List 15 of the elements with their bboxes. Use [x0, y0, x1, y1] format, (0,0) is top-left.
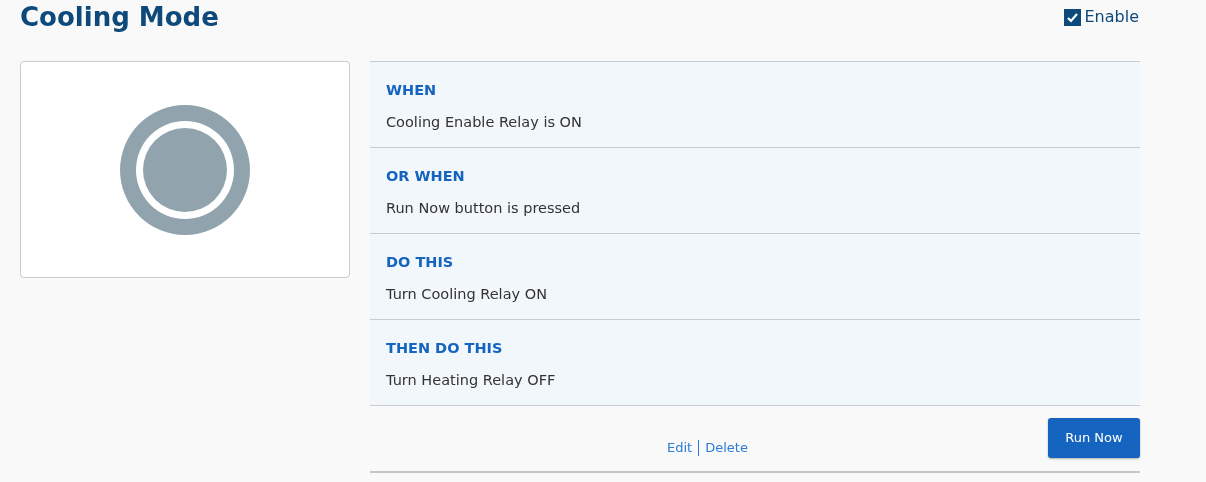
section-text: Turn Heating Relay OFF: [386, 370, 557, 390]
section-text: Run Now button is pressed: [386, 198, 582, 218]
run-now-button[interactable]: Run Now: [1048, 417, 1140, 458]
section-heading: THEN DO THIS: [386, 339, 504, 358]
delete-link[interactable]: Delete: [705, 438, 748, 458]
section-heading: WHEN: [386, 81, 438, 100]
section-text: Cooling Enable Relay is ON: [386, 112, 583, 132]
enable-label: Enable: [1084, 6, 1139, 28]
section-heading: OR WHEN: [386, 167, 466, 186]
section-text: Turn Cooling Relay ON: [386, 284, 548, 304]
edit-link[interactable]: Edit: [667, 438, 693, 458]
status-ring-icon: [120, 104, 250, 235]
page-title: Cooling Mode: [20, 1, 219, 34]
section-heading: DO THIS: [386, 253, 455, 272]
enable-checkbox[interactable]: [1063, 8, 1081, 26]
